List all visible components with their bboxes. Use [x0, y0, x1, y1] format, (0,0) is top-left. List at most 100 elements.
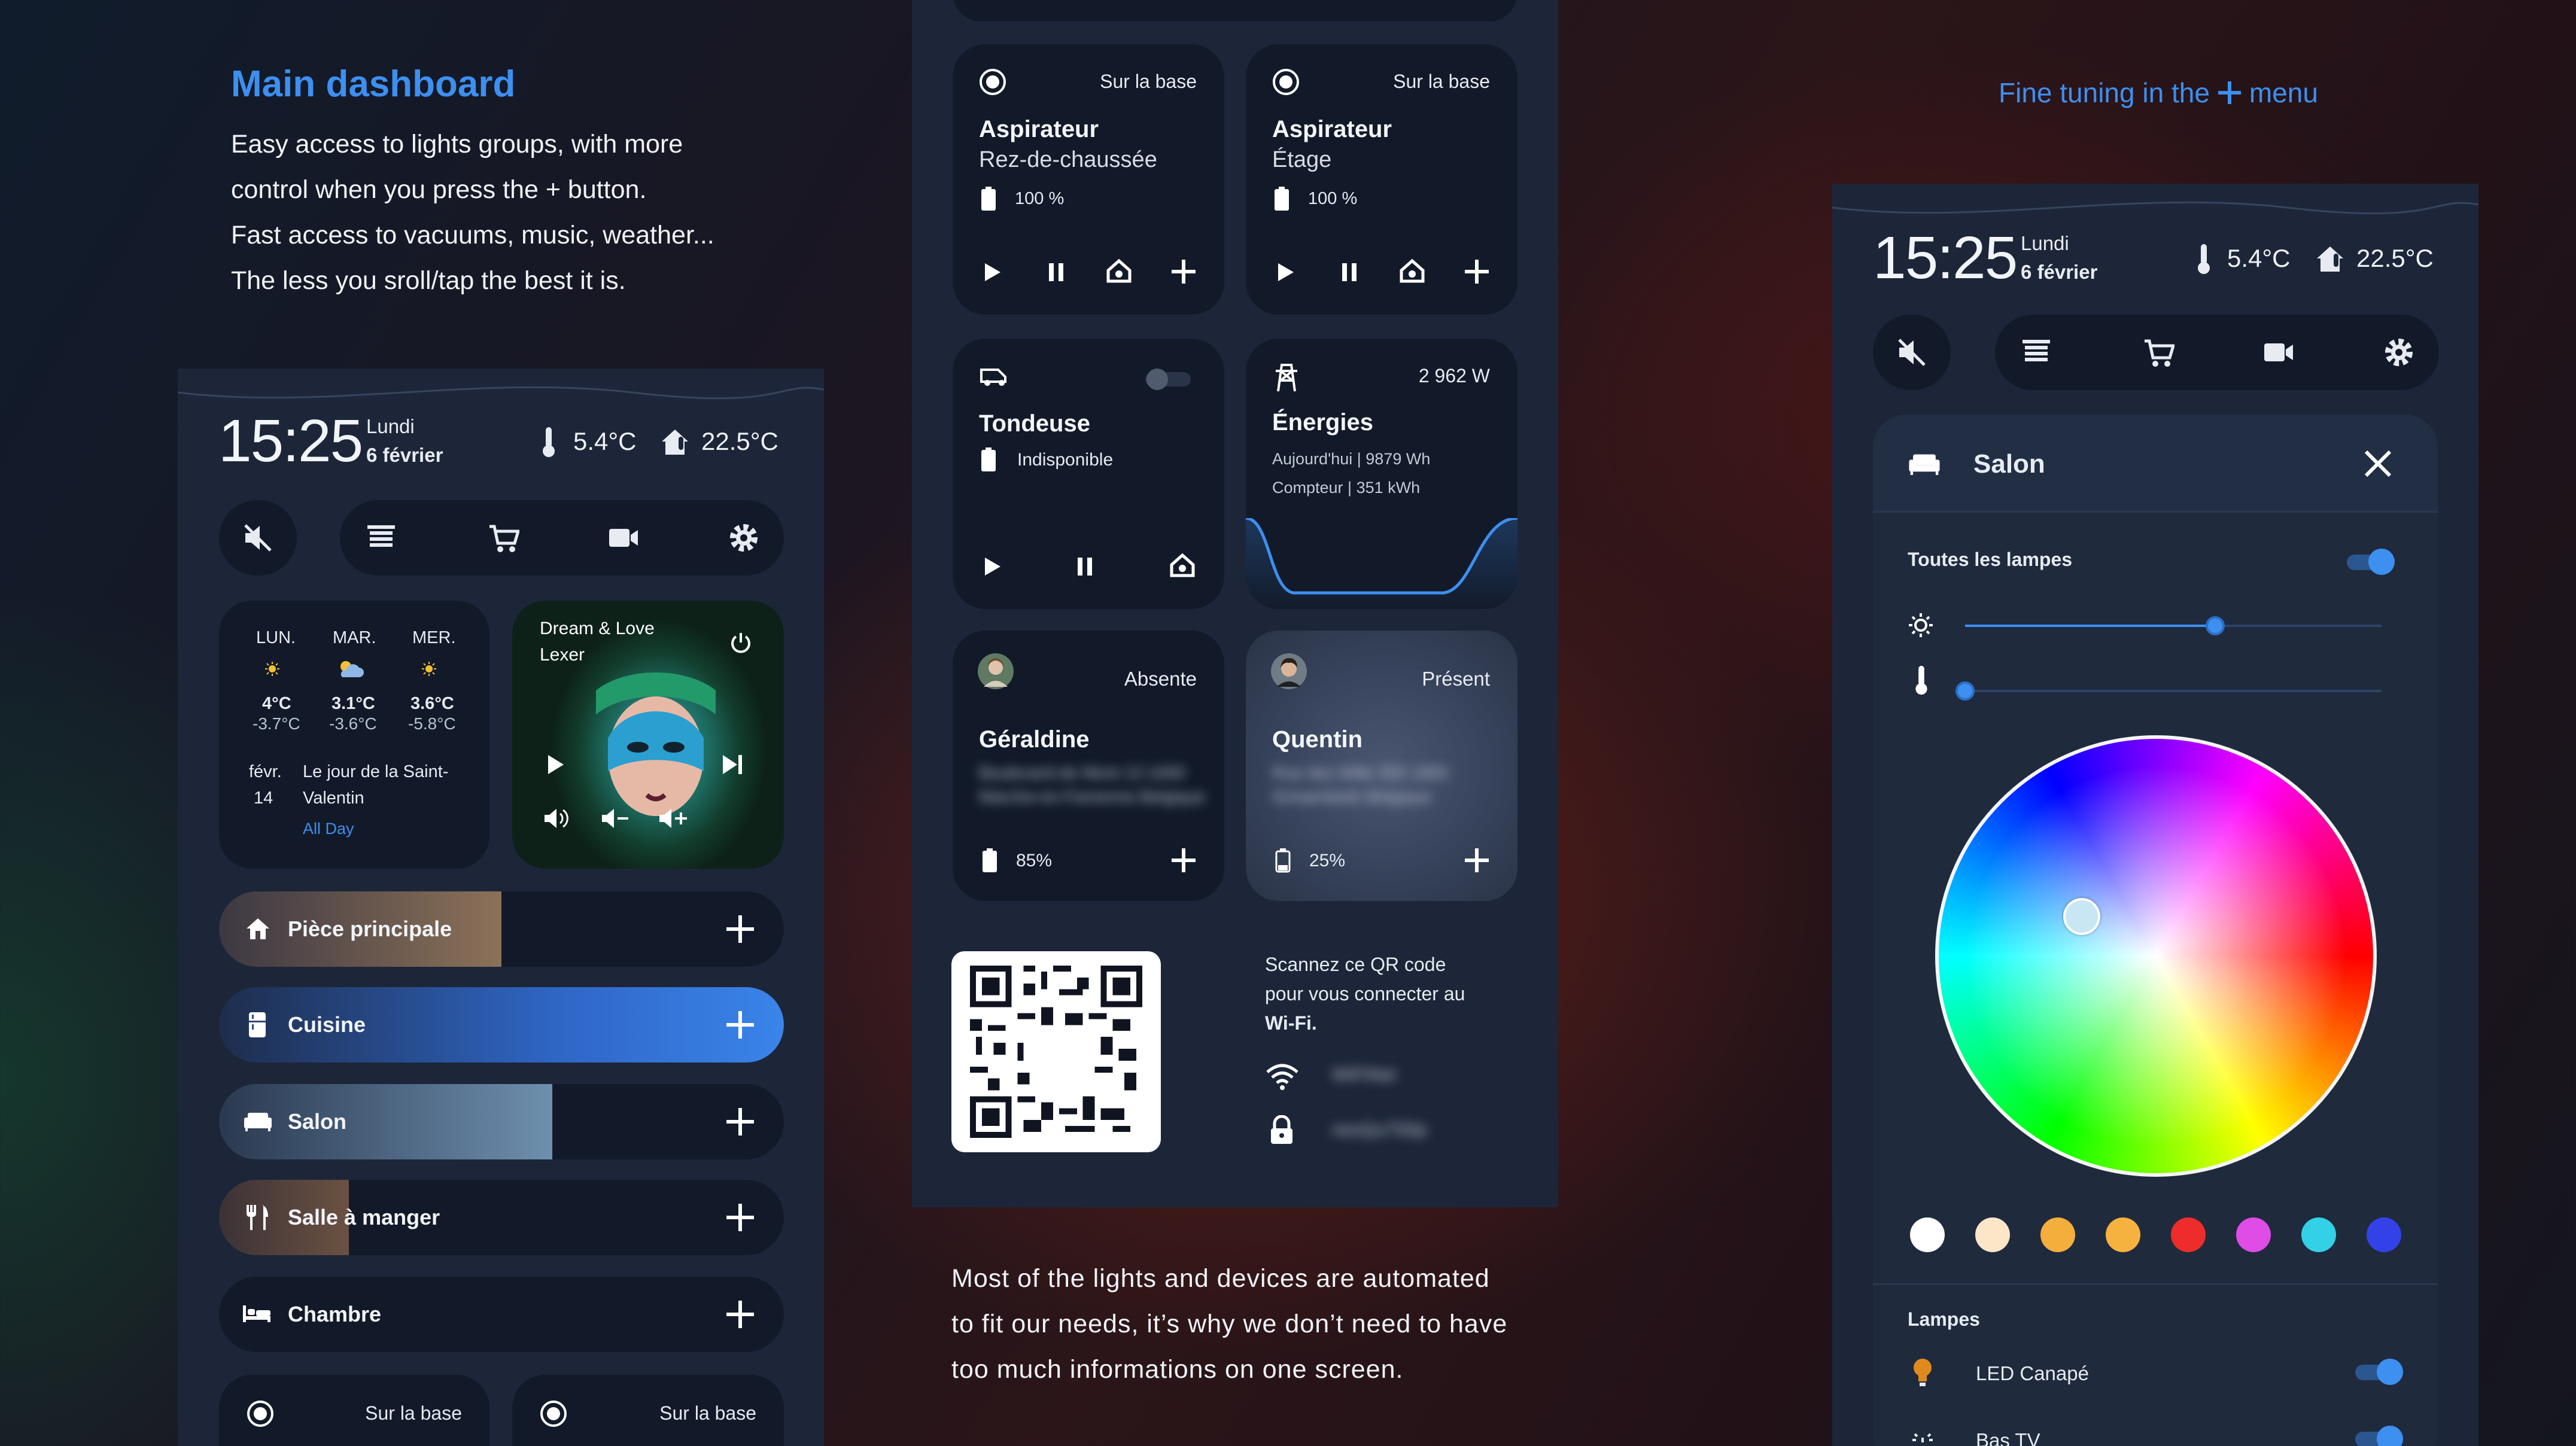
lamp-toggle[interactable]	[2352, 1355, 2409, 1389]
color-swatch[interactable]	[2236, 1217, 2271, 1252]
play-icon[interactable]	[547, 754, 565, 775]
color-temperature-slider[interactable]	[1955, 681, 2382, 701]
plus-icon[interactable]	[726, 1301, 754, 1328]
person-card-geraldine[interactable]: Absente Géraldine Boulevard de Mont 13 1…	[953, 631, 1224, 901]
pause-icon[interactable]	[1047, 262, 1065, 282]
person-battery: 25%	[1309, 851, 1346, 870]
plus-icon[interactable]	[1172, 260, 1196, 284]
room-row[interactable]: Salon	[219, 1084, 784, 1159]
room-popup: Salon Toutes les lampes Lampes LED Canap…	[1873, 415, 2438, 1446]
color-swatch[interactable]	[2301, 1217, 2336, 1252]
brightness-handle[interactable]	[2205, 616, 2225, 635]
cart-button[interactable]	[488, 524, 519, 554]
person-card-quentin[interactable]: Présent Quentin Rue des Mille 355 1800 S…	[1246, 631, 1517, 901]
plus-icon[interactable]	[1172, 848, 1196, 872]
mute-button[interactable]	[219, 500, 297, 576]
settings-button[interactable]	[2383, 336, 2415, 369]
mower-card[interactable]: Tondeuse Indisponible	[953, 339, 1224, 609]
room-row[interactable]: Pièce principale	[219, 891, 784, 967]
blinds-button[interactable]	[2021, 339, 2051, 366]
room-row[interactable]: Cuisine	[219, 987, 784, 1063]
color-swatch[interactable]	[2106, 1217, 2140, 1252]
vacuum-card[interactable]: Sur la base	[512, 1375, 784, 1446]
color-swatch[interactable]	[2367, 1217, 2401, 1252]
event-day: 14	[254, 789, 273, 808]
close-icon[interactable]	[2362, 448, 2393, 479]
play-icon[interactable]	[984, 262, 1002, 282]
pause-icon[interactable]	[1076, 556, 1094, 577]
mute-button[interactable]	[1873, 315, 1951, 390]
thermometer-icon	[540, 426, 558, 458]
return-home-icon[interactable]	[1169, 553, 1196, 578]
plus-icon[interactable]	[726, 915, 754, 943]
play-icon[interactable]	[1277, 262, 1295, 282]
color-swatch[interactable]	[2040, 1217, 2075, 1252]
plus-icon[interactable]	[726, 1011, 754, 1039]
media-player-card[interactable]: Dream & Love Lexer	[512, 601, 784, 869]
outdoor-temperature: 5.4°C	[2227, 244, 2291, 272]
brightness-slider[interactable]	[1965, 616, 2382, 635]
mower-icon	[979, 365, 1010, 386]
weather-day-name: LUN.	[256, 628, 296, 647]
top-card-remnant	[953, 0, 1517, 22]
settings-button[interactable]	[728, 522, 760, 554]
plus-icon[interactable]	[1465, 260, 1489, 284]
caption-line-3: Fast access to vacuums, music, weather..…	[231, 221, 714, 249]
blinds-button[interactable]	[366, 524, 396, 552]
vacuum-status: Sur la base	[659, 1402, 756, 1424]
vacuum-card[interactable]: Sur la base	[219, 1375, 489, 1446]
plus-icon[interactable]	[726, 1204, 754, 1231]
return-home-icon[interactable]	[1399, 258, 1425, 284]
mower-toggle[interactable]	[1139, 366, 1197, 392]
vacuum-subtitle: Rez-de-chaussée	[979, 147, 1157, 172]
vacuum-card-ground-floor[interactable]: Sur la base Aspirateur Rez-de-chaussée 1…	[953, 44, 1224, 315]
plus-icon[interactable]	[1465, 848, 1489, 872]
fine-tuning-heading-post: menu	[2249, 77, 2318, 108]
room-label: Salle à manger	[288, 1205, 440, 1229]
quick-actions-bar	[1995, 315, 2439, 390]
camera-button[interactable]	[2263, 341, 2294, 364]
all-lamps-toggle[interactable]	[2343, 545, 2401, 579]
next-track-icon[interactable]	[722, 754, 743, 775]
power-icon[interactable]	[729, 631, 753, 654]
battery-level: 100 %	[1015, 189, 1065, 208]
weather-low: -3.6°C	[329, 714, 377, 733]
color-swatch[interactable]	[1975, 1217, 2010, 1252]
volume-up-icon[interactable]	[658, 806, 689, 830]
mower-title: Tondeuse	[979, 410, 1090, 437]
color-wheel[interactable]	[1935, 735, 2377, 1177]
vacuum-card-upstairs[interactable]: Sur la base Aspirateur Étage 100 %	[1246, 44, 1517, 315]
pause-icon[interactable]	[1340, 262, 1358, 282]
weather-card[interactable]: LUN. MAR. MER. 4°C 3.1°C 3.6°C -3.7°C -3…	[219, 601, 489, 869]
lamps-heading: Lampes	[1908, 1308, 1980, 1330]
lamp-toggle[interactable]	[2352, 1422, 2409, 1446]
wifi-password: nesQu7S0p	[1332, 1120, 1427, 1140]
room-row[interactable]: Chambre	[219, 1277, 784, 1352]
energy-card[interactable]: 2 962 W Énergies Aujourd'hui | 9879 Wh C…	[1246, 339, 1517, 609]
color-picker-handle[interactable]	[2063, 898, 2100, 935]
color-swatch[interactable]	[1910, 1217, 1945, 1252]
outdoor-temperature: 5.4°C	[573, 427, 637, 455]
volume-off-icon	[1897, 337, 1928, 367]
lock-icon	[1270, 1115, 1294, 1145]
volume-down-icon[interactable]	[601, 806, 631, 830]
camera-button[interactable]	[608, 526, 639, 549]
color-swatch[interactable]	[2171, 1217, 2206, 1252]
room-row[interactable]: Salle à manger	[219, 1180, 784, 1255]
person-status: Présent	[1422, 668, 1490, 690]
play-icon[interactable]	[984, 556, 1002, 577]
cart-button[interactable]	[2143, 339, 2174, 369]
cutlery-icon	[244, 1204, 270, 1231]
bulb-icon	[1912, 1357, 1933, 1387]
volume-icon[interactable]	[543, 806, 570, 830]
person-location-line1: Boulevard de Mont 13 1000	[979, 763, 1185, 782]
clock-day: Lundi	[366, 415, 415, 437]
quick-actions-bar	[340, 500, 784, 576]
return-home-icon[interactable]	[1106, 258, 1132, 284]
plus-icon[interactable]	[726, 1108, 754, 1136]
color-temperature-handle[interactable]	[1955, 681, 1975, 701]
event-month: févr.	[249, 762, 282, 781]
home-thermometer-icon	[2316, 243, 2347, 274]
light-sparkle-icon	[1909, 1426, 1936, 1446]
room-label: Chambre	[288, 1302, 382, 1326]
